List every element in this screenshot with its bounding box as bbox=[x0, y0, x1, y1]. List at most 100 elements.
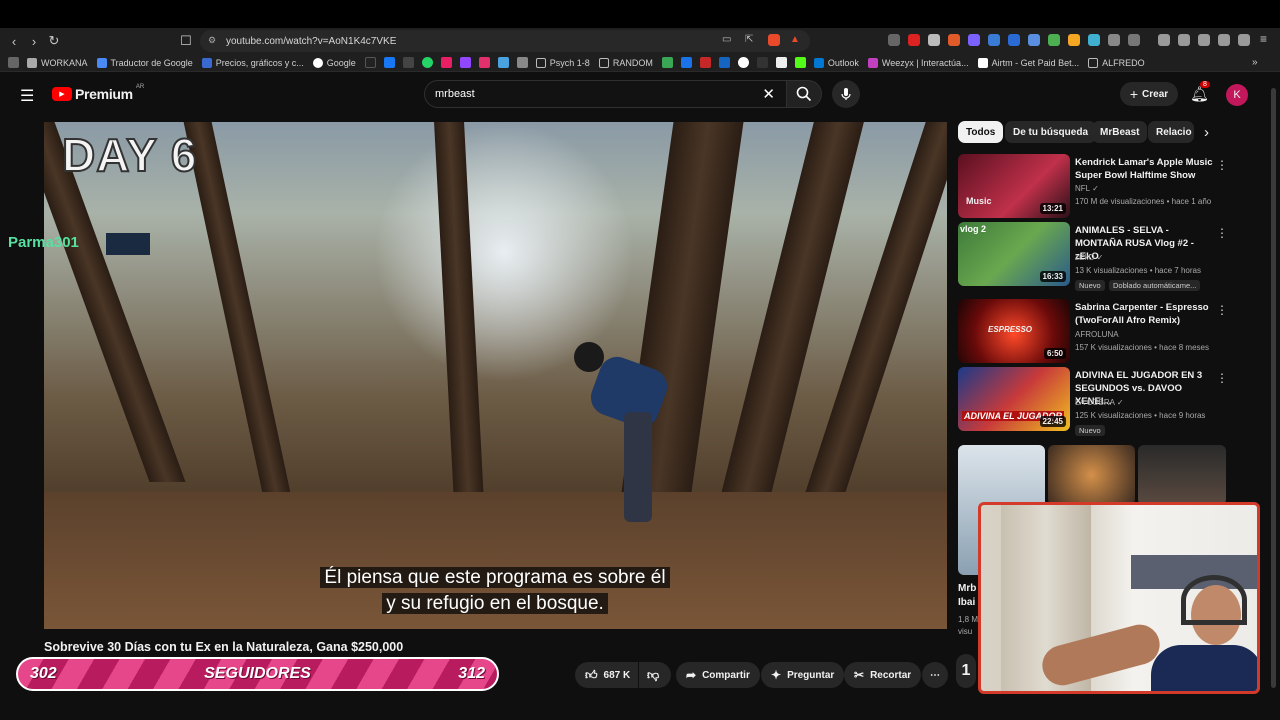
instagram-icon[interactable] bbox=[478, 57, 490, 68]
share-button[interactable]: ➦ Compartir bbox=[676, 662, 760, 688]
chip-from-search[interactable]: De tu búsqueda bbox=[1005, 121, 1097, 143]
recommendation-item[interactable]: ESPRESSO 6:50 Sabrina Carpenter - Espres… bbox=[958, 299, 1228, 363]
new-badge: Nuevo bbox=[1075, 280, 1105, 291]
video-thumbnail: ADIVINA EL JUGADOR 22:45 bbox=[958, 367, 1070, 431]
recommendation-item[interactable]: vlog 2 16:33 ANIMALES - SELVA - MONTAÑA … bbox=[958, 222, 1228, 291]
tiktok-icon[interactable] bbox=[364, 57, 376, 68]
menu-icon[interactable]: ≡ bbox=[1260, 32, 1267, 46]
bookmark-item[interactable]: Google bbox=[312, 57, 356, 68]
bookmark-item[interactable]: Weezyx | Interactúa... bbox=[867, 57, 969, 68]
ask-button[interactable]: ✦ Preguntar bbox=[761, 662, 845, 688]
verified-icon: ✓ bbox=[1092, 184, 1099, 193]
bookmark-item[interactable]: Precios, gráficos y c... bbox=[201, 57, 304, 68]
more-options-icon[interactable]: ⋮ bbox=[1216, 303, 1228, 317]
x-icon[interactable] bbox=[402, 57, 414, 68]
bookmark-icon[interactable] bbox=[680, 57, 692, 68]
extension-icon[interactable] bbox=[908, 34, 920, 46]
more-options-icon[interactable]: ⋮ bbox=[1216, 371, 1228, 385]
bookmark-item[interactable]: Airtm - Get Paid Bet... bbox=[977, 57, 1079, 68]
bookmark-item[interactable]: WORKANA bbox=[27, 57, 88, 68]
address-bar[interactable]: ⚙ youtube.com/watch?v=AoN1K4c7VKE ▭ ⇱ ▲ bbox=[200, 30, 810, 52]
whatsapp-icon[interactable] bbox=[421, 57, 433, 68]
share-icon[interactable]: ⇱ bbox=[745, 34, 753, 45]
extension-icon[interactable] bbox=[1128, 34, 1140, 46]
avatar[interactable]: K bbox=[1226, 84, 1248, 106]
apps-icon[interactable] bbox=[8, 57, 19, 68]
puzzle-icon[interactable] bbox=[1108, 34, 1120, 46]
extension-icon[interactable] bbox=[968, 34, 980, 46]
youtube-logo[interactable]: ▶ Premium AR bbox=[52, 84, 144, 102]
extension-icon[interactable] bbox=[888, 34, 900, 46]
video-player[interactable]: DAY 6 bbox=[44, 122, 947, 629]
page-scrollbar[interactable] bbox=[1271, 88, 1276, 688]
like-button[interactable]: 👍︎ 687 K bbox=[575, 662, 638, 688]
dislike-button[interactable]: 👎︎ bbox=[639, 662, 671, 688]
bookmark-icon[interactable] bbox=[497, 57, 509, 68]
notifications-button[interactable]: 🔔︎ 8 bbox=[1190, 81, 1210, 103]
bookmark-icon[interactable] bbox=[699, 57, 711, 68]
extension-icon[interactable] bbox=[1028, 34, 1040, 46]
bookmark-icon[interactable] bbox=[440, 57, 452, 68]
forward-icon[interactable]: › bbox=[24, 31, 44, 51]
kick-icon[interactable] bbox=[794, 57, 806, 68]
bookmark-item[interactable]: Traductor de Google bbox=[96, 57, 193, 68]
bookmark-icon[interactable] bbox=[718, 57, 730, 68]
bookmark-item[interactable]: Outlook bbox=[813, 57, 859, 68]
more-options-icon[interactable]: ⋮ bbox=[1216, 158, 1228, 172]
vpn-icon[interactable] bbox=[1218, 34, 1230, 46]
cast-icon[interactable]: ▭ bbox=[722, 34, 731, 45]
create-button[interactable]: + Crear bbox=[1120, 82, 1178, 106]
brave-shield-icon[interactable] bbox=[768, 34, 780, 46]
search-icon bbox=[796, 86, 812, 102]
shield-icon[interactable] bbox=[1238, 34, 1250, 46]
bookmarks-bar: WORKANA Traductor de Google Precios, grá… bbox=[0, 54, 1280, 72]
extension-icon[interactable] bbox=[1048, 34, 1060, 46]
site-info-icon[interactable]: ⚙ bbox=[208, 35, 216, 46]
thumbs-up-icon: 👍︎ bbox=[585, 667, 598, 682]
extension-icon[interactable] bbox=[1088, 34, 1100, 46]
bookmark-folder[interactable]: RANDOM bbox=[598, 57, 653, 68]
twitch-icon[interactable] bbox=[459, 57, 471, 68]
chip-mrbeast[interactable]: MrBeast bbox=[1092, 121, 1148, 143]
bookmark-icon[interactable] bbox=[516, 57, 528, 68]
extension-icon[interactable] bbox=[928, 34, 940, 46]
recommendation-item[interactable]: Music 13:21 Kendrick Lamar's Apple Music… bbox=[958, 154, 1228, 218]
extension-icon[interactable] bbox=[1068, 34, 1080, 46]
extension-icon[interactable] bbox=[1008, 34, 1020, 46]
bookmark-icon[interactable] bbox=[737, 57, 749, 68]
partial-side-item[interactable]: 1 bbox=[956, 654, 976, 688]
voice-search-button[interactable] bbox=[832, 80, 860, 108]
chip-all[interactable]: Todos bbox=[958, 121, 1004, 143]
short-thumbnail[interactable] bbox=[1048, 445, 1135, 505]
extension-icon[interactable] bbox=[948, 34, 960, 46]
microphone-icon bbox=[841, 88, 851, 100]
more-bookmarks-icon[interactable]: » bbox=[1252, 57, 1258, 68]
hamburger-menu-icon[interactable]: ☰ bbox=[20, 86, 34, 106]
bookmark-folder[interactable]: ALFREDO bbox=[1088, 57, 1145, 68]
bookmark-icon[interactable] bbox=[756, 57, 768, 68]
facebook-icon[interactable] bbox=[383, 57, 395, 68]
search-button[interactable] bbox=[786, 80, 822, 108]
back-icon[interactable]: ‹ bbox=[4, 31, 24, 51]
bookmark-icon[interactable]: ☐ bbox=[176, 31, 196, 51]
search-input[interactable]: mrbeast ✕ bbox=[424, 80, 788, 108]
extension-icon[interactable] bbox=[988, 34, 1000, 46]
follower-goal: 312 bbox=[458, 665, 485, 682]
bookmark-folder[interactable]: Psych 1-8 bbox=[535, 57, 590, 68]
reload-icon[interactable]: ↻ bbox=[44, 31, 64, 51]
bookmark-icon[interactable] bbox=[661, 57, 673, 68]
chip-related[interactable]: Relacio bbox=[1148, 121, 1194, 143]
more-options-icon[interactable]: ⋮ bbox=[1216, 226, 1228, 240]
media-icon[interactable] bbox=[1158, 34, 1170, 46]
bookmark-icon[interactable] bbox=[775, 57, 787, 68]
short-thumbnail[interactable] bbox=[1138, 445, 1226, 505]
more-actions-button[interactable]: ⋯ bbox=[922, 662, 948, 688]
clip-button[interactable]: ✂ Recortar bbox=[844, 662, 922, 688]
rewards-icon[interactable]: ▲ bbox=[790, 34, 800, 45]
recommendation-item[interactable]: ADIVINA EL JUGADOR 22:45 ADIVINA EL JUGA… bbox=[958, 367, 1228, 436]
follower-label: SEGUIDORES bbox=[204, 665, 311, 682]
wallet-icon[interactable] bbox=[1198, 34, 1210, 46]
sidebar-icon[interactable] bbox=[1178, 34, 1190, 46]
chips-next-icon[interactable]: › bbox=[1204, 124, 1209, 141]
clear-search-icon[interactable]: ✕ bbox=[762, 85, 775, 103]
